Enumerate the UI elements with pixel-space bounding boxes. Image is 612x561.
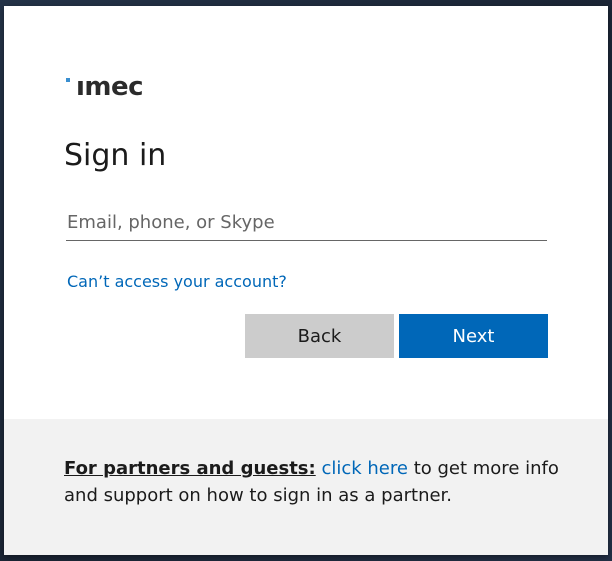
logo-accent-dot — [66, 78, 70, 82]
partner-info-heading: For partners and guests: — [64, 458, 316, 479]
signin-card: ımec Sign in Can’t access your account? … — [4, 6, 608, 555]
partner-info-text: For partners and guests: click here to g… — [64, 455, 564, 509]
page-title: Sign in — [64, 138, 167, 173]
partner-info-footer: For partners and guests: click here to g… — [4, 419, 608, 555]
partner-click-here-link[interactable]: click here — [321, 458, 408, 479]
logo-text: ımec — [76, 72, 144, 102]
imec-logo: ımec — [64, 72, 184, 106]
email-field[interactable] — [66, 204, 547, 241]
next-button[interactable]: Next — [399, 314, 548, 358]
cant-access-account-link[interactable]: Can’t access your account? — [67, 272, 287, 291]
back-button[interactable]: Back — [245, 314, 394, 358]
